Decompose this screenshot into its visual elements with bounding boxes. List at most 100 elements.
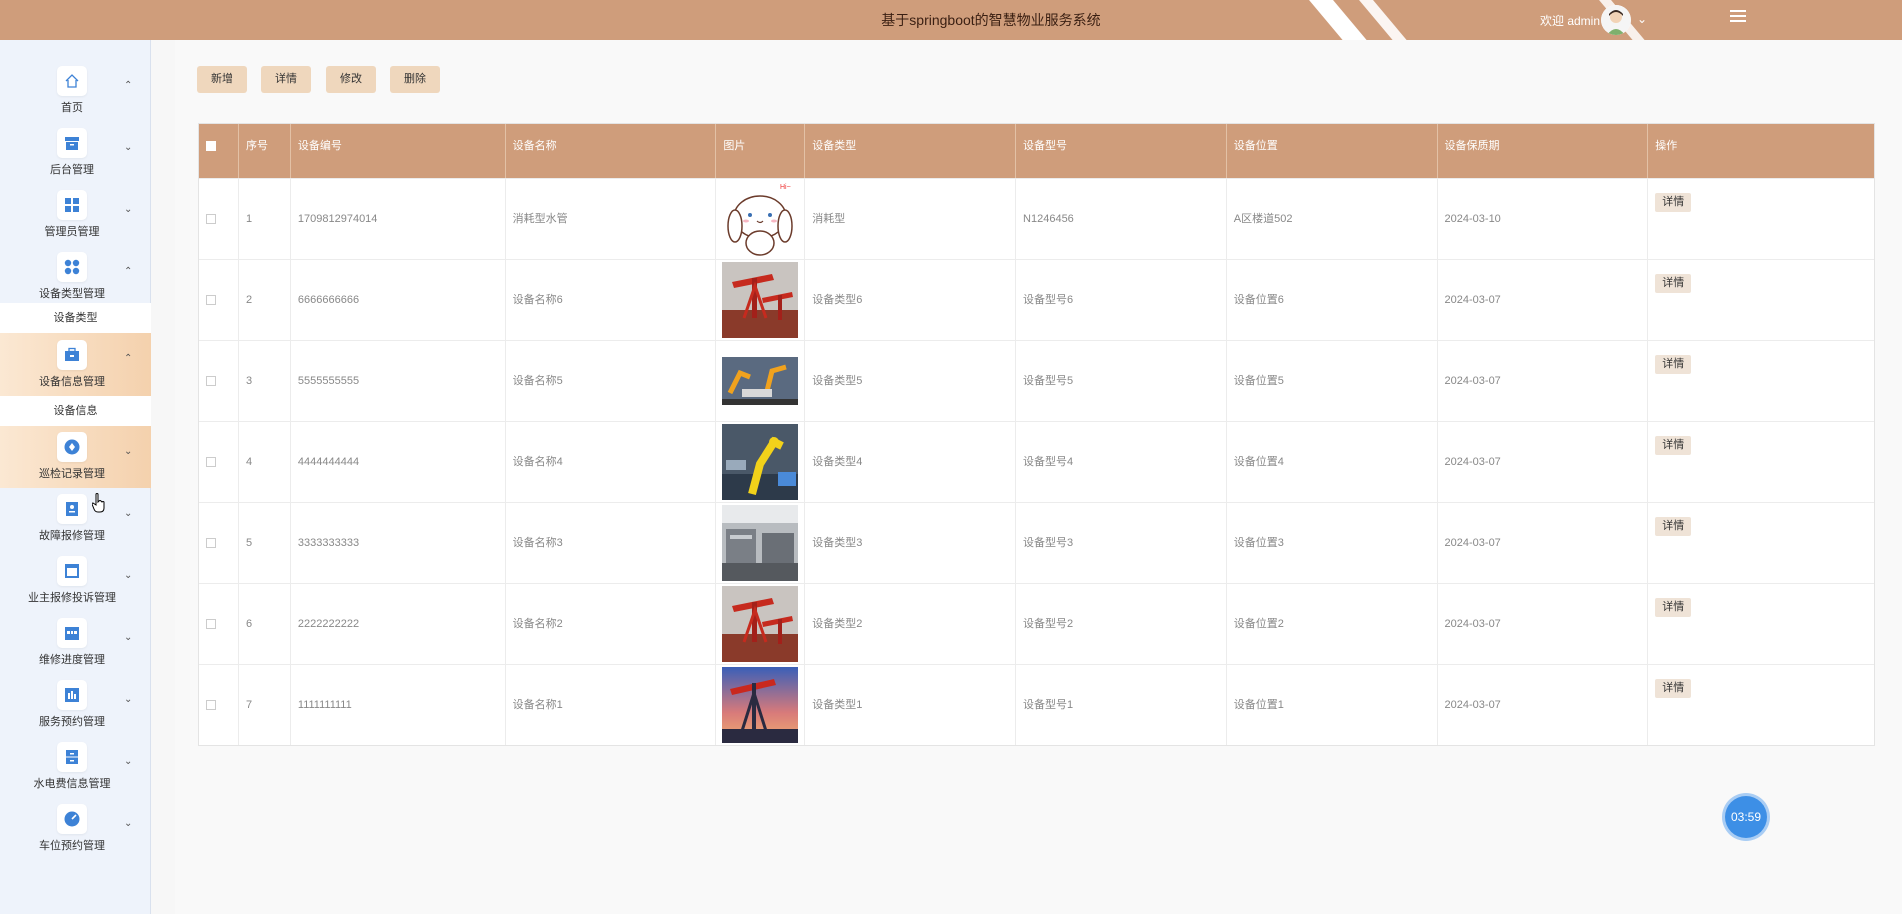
- sidebar-subitem-device-info[interactable]: 设备信息: [0, 396, 151, 426]
- column-header[interactable]: 设备保质期: [1438, 124, 1649, 178]
- row-detail-button[interactable]: 详情: [1655, 598, 1692, 618]
- column-header[interactable]: 设备编号: [291, 124, 506, 178]
- cell-image[interactable]: Hi~: [716, 179, 806, 259]
- row-checkbox[interactable]: [199, 179, 239, 259]
- sidebar-item-device-info[interactable]: 设备信息管理 ⌃: [0, 333, 151, 396]
- cell-code: 2222222222: [291, 584, 506, 664]
- main-content: 新增 详情 修改 删除 序号 设备编号 设备名称 图片 设备类型 设备型号 设备…: [175, 40, 1902, 914]
- cell-image[interactable]: [716, 584, 806, 664]
- cell-name: 设备名称1: [506, 665, 717, 745]
- column-header: 序号: [239, 124, 291, 178]
- table-row[interactable]: 4 4444444444 设备名称4 设备类型4 设备型号4 设备位置4 202…: [199, 421, 1874, 502]
- chevron-down-icon: ⌄: [124, 694, 133, 705]
- cell-warranty: 2024-03-07: [1438, 260, 1649, 340]
- row-detail-button[interactable]: 详情: [1655, 679, 1692, 699]
- cell-type: 设备类型4: [805, 422, 1017, 502]
- home-icon: [65, 74, 79, 88]
- device-image[interactable]: [722, 424, 799, 500]
- row-checkbox[interactable]: [199, 341, 239, 421]
- table-row[interactable]: 1 1709812974014 消耗型水管 Hi~ 消耗型 N1246456 A…: [199, 178, 1874, 259]
- row-checkbox[interactable]: [199, 584, 239, 664]
- sidebar-item-repair-progress[interactable]: 维修进度管理 ⌄: [0, 612, 151, 674]
- sidebar-item-label: 首页: [61, 102, 83, 114]
- sidebar-item-admin[interactable]: 管理员管理 ⌄: [0, 184, 151, 246]
- badge-icon: [66, 502, 78, 516]
- sidebar: 首页 ⌃ 后台管理 ⌄ 管理员管理 ⌄ 设备类型管理 ⌃ 设备类型 设备信息管理…: [0, 40, 151, 914]
- row-detail-button[interactable]: 详情: [1655, 274, 1692, 294]
- cell-image[interactable]: [716, 422, 806, 502]
- cell-name: 设备名称2: [506, 584, 717, 664]
- row-checkbox[interactable]: [199, 665, 239, 745]
- hamburger-menu-icon[interactable]: [1730, 10, 1746, 24]
- cell-actions: 详情: [1648, 260, 1874, 340]
- row-checkbox[interactable]: [199, 260, 239, 340]
- row-checkbox[interactable]: [199, 422, 239, 502]
- avatar[interactable]: [1601, 5, 1631, 35]
- sidebar-item-label: 巡检记录管理: [39, 468, 105, 480]
- row-detail-button[interactable]: 详情: [1655, 436, 1692, 456]
- chevron-down-icon[interactable]: ⌄: [1637, 12, 1647, 26]
- sidebar-item-parking-booking[interactable]: 车位预约管理 ⌄: [0, 798, 151, 860]
- column-header[interactable]: 设备位置: [1227, 124, 1438, 178]
- sidebar-item-utility-fee[interactable]: 水电费信息管理 ⌄: [0, 736, 151, 798]
- cell-name: 设备名称3: [506, 503, 717, 583]
- cell-no: 1: [239, 179, 291, 259]
- chevron-up-icon: ⌃: [124, 80, 133, 91]
- column-header[interactable]: 设备类型: [805, 124, 1017, 178]
- cell-warranty: 2024-03-07: [1438, 341, 1649, 421]
- cell-image[interactable]: [716, 503, 806, 583]
- row-checkbox[interactable]: [199, 503, 239, 583]
- add-button[interactable]: 新增: [197, 66, 247, 93]
- table-row[interactable]: 6 2222222222 设备名称2 设备类型2 设备型号2 设备位置2 202…: [199, 583, 1874, 664]
- sidebar-item-backend[interactable]: 后台管理 ⌄: [0, 122, 151, 184]
- cell-no: 5: [239, 503, 291, 583]
- sidebar-item-service-booking[interactable]: 服务预约管理 ⌄: [0, 674, 151, 736]
- chevron-up-icon: ⌃: [124, 353, 133, 364]
- sidebar-item-device-type[interactable]: 设备类型管理 ⌃: [0, 246, 151, 308]
- sidebar-item-owner-complaint[interactable]: 业主报修投诉管理 ⌄: [0, 550, 151, 612]
- cell-type: 设备类型1: [805, 665, 1017, 745]
- sidebar-item-label: 业主报修投诉管理: [28, 592, 116, 604]
- cell-location: A区楼道502: [1227, 179, 1438, 259]
- table-row[interactable]: 5 3333333333 设备名称3 设备类型3 设备型号3 设备位置3 202…: [199, 502, 1874, 583]
- device-image[interactable]: [722, 262, 799, 338]
- cell-model: 设备型号3: [1016, 503, 1227, 583]
- device-image[interactable]: [722, 343, 799, 419]
- column-header[interactable]: 设备型号: [1016, 124, 1227, 178]
- delete-button[interactable]: 删除: [390, 66, 440, 93]
- device-image[interactable]: [722, 505, 799, 581]
- sidebar-subitem-device-type[interactable]: 设备类型: [0, 303, 151, 333]
- select-all-checkbox[interactable]: [199, 124, 239, 178]
- edit-button[interactable]: 修改: [326, 66, 376, 93]
- row-detail-button[interactable]: 详情: [1655, 517, 1692, 537]
- table-row[interactable]: 2 6666666666 设备名称6 设备类型6 设备型号6 设备位置6 202…: [199, 259, 1874, 340]
- device-image[interactable]: [722, 586, 799, 662]
- cell-no: 6: [239, 584, 291, 664]
- sidebar-item-label: 故障报修管理: [39, 530, 105, 542]
- store-icon: [65, 627, 79, 640]
- timer-badge[interactable]: 03:59: [1725, 796, 1767, 838]
- row-detail-button[interactable]: 详情: [1655, 193, 1692, 213]
- sidebar-item-label: 设备类型管理: [39, 288, 105, 300]
- row-detail-button[interactable]: 详情: [1655, 355, 1692, 375]
- device-image[interactable]: Hi~: [722, 181, 799, 257]
- cell-image[interactable]: [716, 665, 806, 745]
- detail-button[interactable]: 详情: [261, 66, 311, 93]
- cell-type: 设备类型6: [805, 260, 1017, 340]
- sidebar-item-fault-repair[interactable]: 故障报修管理 ⌄: [0, 488, 151, 550]
- table-row[interactable]: 7 1111111111 设备名称1 设备类型1 设备型号1 设备位置1 202…: [199, 664, 1874, 745]
- table-row[interactable]: 3 5555555555 设备名称5 设备类型5 设备型号5 设备位置5 202…: [199, 340, 1874, 421]
- sidebar-item-inspection[interactable]: 巡检记录管理 ⌄: [0, 426, 151, 488]
- cell-location: 设备位置2: [1227, 584, 1438, 664]
- cell-image[interactable]: [716, 341, 806, 421]
- chevron-down-icon: ⌄: [124, 756, 133, 767]
- chart-icon: [65, 688, 79, 702]
- device-image[interactable]: [722, 667, 799, 743]
- sidebar-item-home[interactable]: 首页 ⌃: [0, 60, 151, 122]
- cell-model: 设备型号5: [1016, 341, 1227, 421]
- cell-image[interactable]: [716, 260, 806, 340]
- device-table: 序号 设备编号 设备名称 图片 设备类型 设备型号 设备位置 设备保质期 操作 …: [198, 123, 1875, 746]
- cell-type: 设备类型5: [805, 341, 1017, 421]
- column-header[interactable]: 设备名称: [506, 124, 717, 178]
- chevron-down-icon: ⌄: [124, 204, 133, 215]
